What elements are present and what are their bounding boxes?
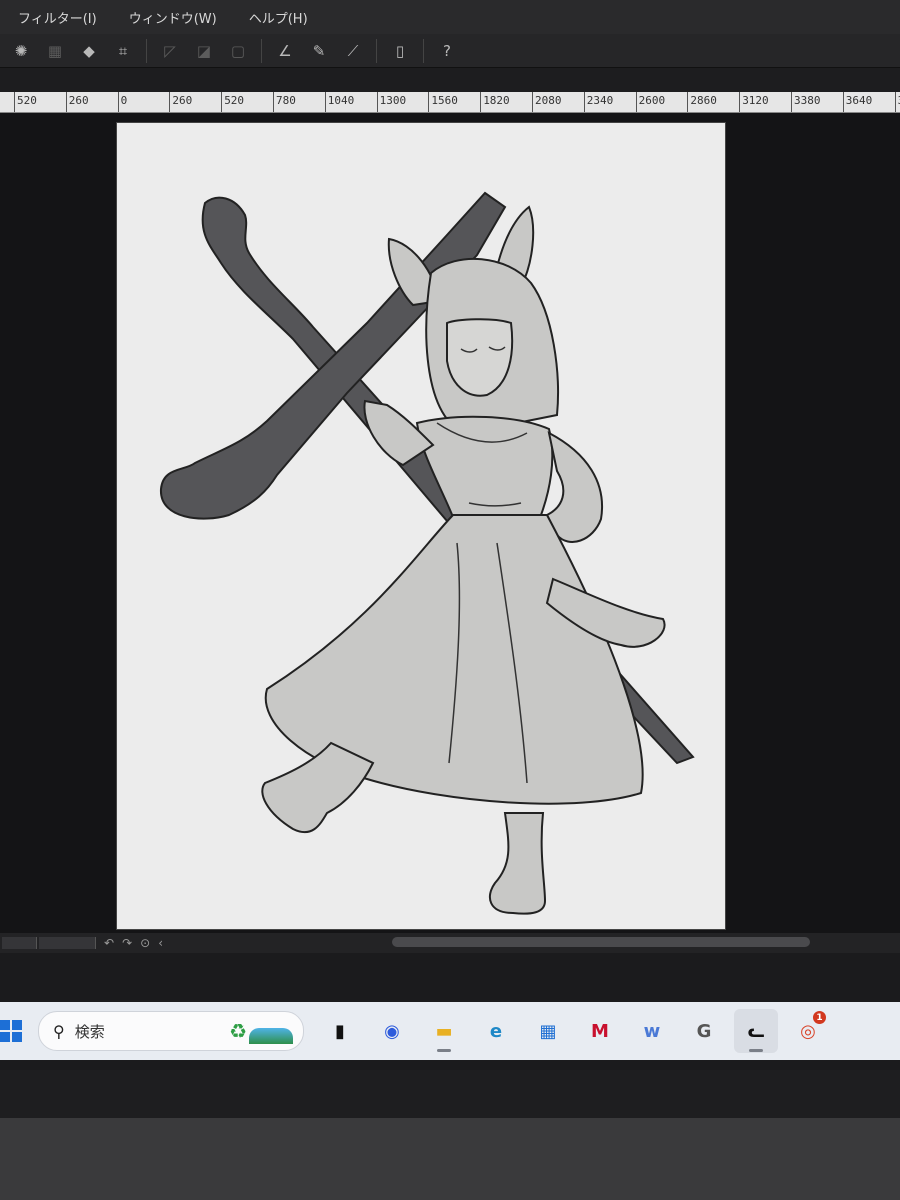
toolbar-separator	[423, 38, 424, 63]
ruler-tick: 3120	[739, 92, 769, 112]
ruler-tick: 39	[894, 92, 900, 112]
ruler-tick: 2860	[687, 92, 717, 112]
frame-icon[interactable]: ▢	[226, 39, 250, 63]
artboard[interactable]	[117, 123, 725, 929]
chevron-left-icon[interactable]: ‹	[158, 936, 163, 950]
ruler-tick: 2600	[635, 92, 665, 112]
windows-start-icon[interactable]	[0, 1020, 22, 1042]
ruler-tick: 3380	[791, 92, 821, 112]
left-boot	[261, 741, 375, 834]
vector-line-icon[interactable]: ⟋	[341, 39, 365, 63]
menu-window[interactable]: ウィンドウ(W)	[111, 8, 231, 27]
rotate-left-icon[interactable]: ↶	[104, 936, 114, 950]
status-segment	[39, 937, 96, 949]
status-bar: ↶ ↷ ⊙ ‹	[0, 933, 900, 953]
rotate-right-icon[interactable]: ↷	[122, 936, 132, 950]
menu-help[interactable]: ヘルプ(H)	[231, 8, 322, 27]
reset-rotation-icon[interactable]: ⊙	[140, 936, 150, 950]
hip-arm	[545, 431, 603, 543]
ruler-tick: 1040	[324, 92, 354, 112]
laptop-bezel	[0, 1070, 900, 1200]
canvas-area[interactable]	[0, 113, 900, 933]
ruler-tick: 520	[14, 92, 37, 112]
screen: フィルター(I) ウィンドウ(W) ヘルプ(H) ✺ ▦ ◆ ⌗ ◸ ◪ ▢ ∠…	[0, 0, 900, 1070]
ruler-tick: 3640	[842, 92, 872, 112]
search-input[interactable]: ⚲ 検索 ♻	[38, 1011, 304, 1051]
illustration	[159, 191, 695, 915]
line-tool-icon[interactable]: ∠	[273, 39, 297, 63]
ruler-gap	[0, 68, 900, 92]
horizontal-ruler: 520 260 0 260 520 780 1040 1300 1560 1820 2080 2340…	[0, 92, 900, 113]
recycle-icon: ♻	[229, 1019, 247, 1043]
refresh-app-icon[interactable]: G	[682, 1009, 726, 1053]
chrome-browser-icon[interactable]: ◎ 1	[786, 1009, 830, 1053]
search-icon: ⚲	[53, 1021, 65, 1041]
loading-spinner-icon[interactable]: ✺	[9, 39, 33, 63]
ruler-tick: 780	[273, 92, 296, 112]
toolbar-separator	[376, 38, 377, 63]
toolbar-separator	[146, 38, 147, 63]
file-explorer-icon[interactable]: ▬	[422, 1009, 466, 1053]
mcafee-icon[interactable]: M	[578, 1009, 622, 1053]
toolbar-separator	[261, 38, 262, 63]
wacom-app-icon[interactable]: w	[630, 1009, 674, 1053]
ruler-tick: 260	[169, 92, 192, 112]
phone-icon[interactable]: ▯	[388, 39, 412, 63]
grid-icon[interactable]: ▦	[43, 39, 67, 63]
horizontal-scrollbar[interactable]	[392, 937, 810, 947]
microsoft-store-icon[interactable]: ▦	[526, 1009, 570, 1053]
transform-icon[interactable]: ⌗	[111, 39, 135, 63]
ruler-tick: 2340	[583, 92, 613, 112]
ruler-tick: 1820	[480, 92, 510, 112]
help-icon[interactable]: ?	[435, 39, 459, 63]
select-icon[interactable]: ◸	[158, 39, 182, 63]
character	[261, 205, 666, 915]
ruler-tick: 1300	[376, 92, 406, 112]
ruler-tick: 1560	[428, 92, 458, 112]
taskbar-apps: ▮ ◉ ▬ e ▦ M w G ᓚ ◎ 1	[314, 1009, 834, 1053]
edge-browser-icon[interactable]: e	[474, 1009, 518, 1053]
task-view-icon[interactable]: ▮	[318, 1009, 362, 1053]
search-highlight-icon	[249, 1028, 293, 1044]
menu-bar: フィルター(I) ウィンドウ(W) ヘルプ(H)	[0, 0, 900, 34]
clip-studio-icon[interactable]: ᓚ	[734, 1009, 778, 1053]
bezel-lip	[0, 1070, 900, 1118]
right-boot	[488, 812, 547, 915]
command-bar: ✺ ▦ ◆ ⌗ ◸ ◪ ▢ ∠ ✎ ⟋ ▯ ?	[0, 34, 900, 68]
ruler-tick: 0	[117, 92, 127, 112]
fill-icon[interactable]: ◆	[77, 39, 101, 63]
ruler-tick: 260	[65, 92, 89, 112]
notification-badge: 1	[813, 1011, 826, 1024]
gradient-icon[interactable]: ◪	[192, 39, 216, 63]
brush-correct-icon[interactable]: ✎	[307, 39, 331, 63]
ruler-tick: 2080	[532, 92, 562, 112]
taskbar: ⚲ 検索 ♻ ▮ ◉ ▬ e ▦ M w G ᓚ ◎ 1	[0, 1002, 900, 1060]
search-label: 検索	[74, 1022, 105, 1041]
zoom-app-icon[interactable]: ◉	[370, 1009, 414, 1053]
status-segment	[2, 937, 37, 949]
ruler-tick: 520	[221, 92, 244, 112]
menu-filter[interactable]: フィルター(I)	[0, 8, 111, 27]
